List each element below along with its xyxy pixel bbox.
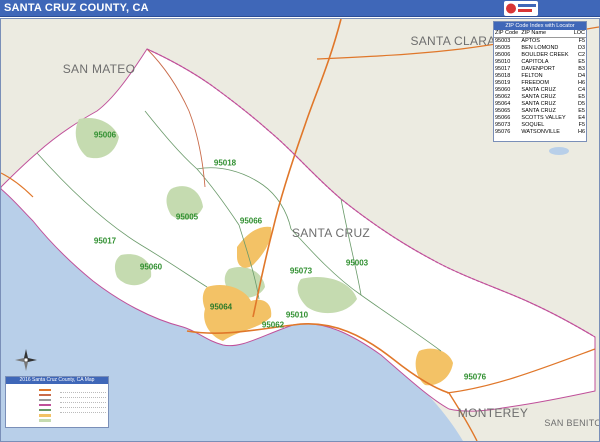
zip-loc-cell: D5 xyxy=(577,101,585,107)
zip-code-cell: 95005 xyxy=(495,45,511,51)
zip-name-cell: SANTA CRUZ xyxy=(521,87,556,93)
zip-table-row: 95064 SANTA CRUZ D5 xyxy=(494,101,586,108)
zip-table-title: ZIP Code Index with Locator xyxy=(494,22,586,30)
zip-label: 95003 xyxy=(345,258,369,268)
legend-row xyxy=(9,398,53,402)
marketmaps-logo-icon xyxy=(504,1,538,16)
zip-code-index-table: ZIP Code Index with Locator ZIP Code ZIP… xyxy=(493,21,587,142)
map-legend: 2016 Santa Cruz County, CA Map xyxy=(5,376,109,428)
zip-name-cell: FELTON xyxy=(521,73,543,79)
zip-loc-cell: C4 xyxy=(577,87,585,93)
legend-title: 2016 Santa Cruz County, CA Map xyxy=(6,377,108,384)
zip-table-row: 95066 SCOTTS VALLEY E4 xyxy=(494,115,586,122)
zip-label: 95017 xyxy=(93,236,117,246)
zip-table-row: 95003 APTOS F5 xyxy=(494,38,586,46)
zip-code-cell: 95066 xyxy=(495,115,511,121)
zip-label: 95060 xyxy=(139,262,163,272)
zip-code-cell: 95064 xyxy=(495,101,511,107)
compass-rose-icon xyxy=(15,349,37,371)
zip-loc-cell: E4 xyxy=(578,115,585,121)
zip-label: 95006 xyxy=(93,130,117,140)
zip-name-cell: SANTA CRUZ xyxy=(521,94,556,100)
zip-table-row: 95076 WATSONVILLE H6 xyxy=(494,129,586,136)
region-label-san-benito: SAN BENITO xyxy=(544,418,600,428)
title-bar: SANTA CRUZ COUNTY, CA xyxy=(0,0,600,17)
legend-row xyxy=(9,388,53,392)
zip-name-cell: DAVENPORT xyxy=(521,66,556,72)
zip-label: 95005 xyxy=(175,212,199,222)
zip-code-cell: 95018 xyxy=(495,73,511,79)
zip-table-row: 95005 BEN LOMOND D3 xyxy=(494,45,586,52)
zip-loc-cell: D4 xyxy=(577,73,585,79)
zip-loc-cell: E5 xyxy=(578,94,585,100)
legend-row xyxy=(9,413,53,417)
region-label-santa-cruz: SANTA CRUZ xyxy=(291,226,371,240)
zip-label: 95018 xyxy=(213,158,237,168)
zip-table-row: 95006 BOULDER CREEK C2 xyxy=(494,52,586,59)
zip-table-row: 95065 SANTA CRUZ E5 xyxy=(494,108,586,115)
map-area[interactable]: SAN MATEO SANTA CLARA SANTA CRUZ MONTERE… xyxy=(0,18,600,442)
zip-table-row: 95018 FELTON D4 xyxy=(494,73,586,80)
legend-row xyxy=(9,403,53,407)
zip-loc-cell: B3 xyxy=(578,66,585,72)
zip-table-row: 95060 SANTA CRUZ C4 xyxy=(494,87,586,94)
legend-population-key xyxy=(60,388,106,413)
zip-name-cell: SANTA CRUZ xyxy=(521,101,556,107)
zip-name-cell: BEN LOMOND xyxy=(521,45,559,51)
zip-code-cell: 95062 xyxy=(495,94,511,100)
zip-label: 95062 xyxy=(261,320,285,330)
zip-label: 95073 xyxy=(289,266,313,276)
zip-loc-cell: F5 xyxy=(578,38,585,44)
zip-label: 95064 xyxy=(209,302,233,312)
zip-loc-cell: H6 xyxy=(577,129,585,135)
zip-code-cell: 95019 xyxy=(495,80,511,86)
zip-table-row: 95073 SOQUEL F5 xyxy=(494,122,586,129)
zip-label: 95010 xyxy=(285,310,309,320)
zip-table-row: 95019 FREEDOM H6 xyxy=(494,80,586,87)
zip-name-cell: SCOTTS VALLEY xyxy=(521,115,566,121)
zip-table-row: 95017 DAVENPORT B3 xyxy=(494,66,586,73)
zip-table-row: 95010 CAPITOLA E5 xyxy=(494,59,586,66)
zip-loc-cell: D3 xyxy=(577,45,585,51)
zip-name-cell: CAPITOLA xyxy=(521,59,549,65)
region-label-san-mateo: SAN MATEO xyxy=(62,62,136,76)
map-title: SANTA CRUZ COUNTY, CA xyxy=(4,2,149,14)
zip-table-header: ZIP Name xyxy=(520,30,572,38)
zip-label: 95076 xyxy=(463,372,487,382)
zip-table-header: LOC xyxy=(572,30,586,38)
zip-name-cell: WATSONVILLE xyxy=(521,129,560,135)
region-label-monterey: MONTEREY xyxy=(457,406,529,420)
zip-code-cell: 95006 xyxy=(495,52,511,58)
zip-label: 95066 xyxy=(239,216,263,226)
zip-loc-cell: E5 xyxy=(578,59,585,65)
legend-row xyxy=(9,418,53,422)
region-label-santa-clara: SANTA CLARA xyxy=(410,34,496,48)
zip-code-cell: 95060 xyxy=(495,87,511,93)
zip-code-cell: 95076 xyxy=(495,129,511,135)
zip-code-cell: 95010 xyxy=(495,59,511,65)
reservoir xyxy=(549,147,569,155)
footer-logos xyxy=(7,437,71,441)
zip-name-cell: SANTA CRUZ xyxy=(521,108,556,114)
zip-code-cell: 95017 xyxy=(495,66,511,72)
zip-code-cell: 95065 xyxy=(495,108,511,114)
zip-loc-cell: H6 xyxy=(577,80,585,86)
zip-table-header: ZIP Code xyxy=(494,30,521,38)
zip-name-cell: FREEDOM xyxy=(521,80,549,86)
zip-name-cell: SOQUEL xyxy=(521,122,545,128)
zip-loc-cell: F5 xyxy=(578,122,585,128)
legend-row xyxy=(9,393,53,397)
zip-name-cell: APTOS xyxy=(521,38,540,44)
zip-code-cell: 95073 xyxy=(495,122,511,128)
zip-loc-cell: C2 xyxy=(577,52,585,58)
zip-code-cell: 95003 xyxy=(495,38,511,44)
zip-name-cell: BOULDER CREEK xyxy=(521,52,569,58)
legend-row xyxy=(9,408,53,412)
zip-loc-cell: E5 xyxy=(578,108,585,114)
zip-table-row: 95062 SANTA CRUZ E5 xyxy=(494,94,586,101)
